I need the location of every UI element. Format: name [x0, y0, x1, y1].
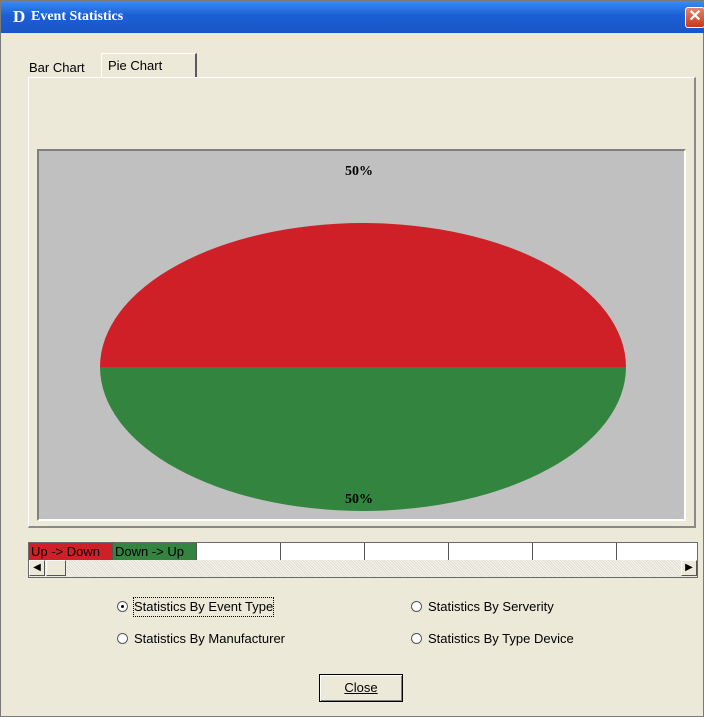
legend-empty-cell	[365, 543, 449, 561]
app-logo-icon: D	[13, 7, 26, 26]
pie-slice-up-down	[100, 223, 626, 367]
radio-label: Statistics By Manufacturer	[134, 631, 285, 646]
radio-indicator[interactable]	[117, 601, 128, 612]
close-button-label: Close	[344, 680, 378, 695]
title-bar[interactable]: D Event Statistics ✕	[1, 1, 704, 33]
pie-chart-area: 50% 50%	[37, 149, 686, 521]
legend-empty-cell	[281, 543, 365, 561]
data-label-up-down: 50%	[345, 164, 373, 179]
legend-bar: Up -> Down Down -> Up ◀ ▶	[28, 542, 698, 578]
legend-empty-cell	[449, 543, 533, 561]
radio-indicator[interactable]	[411, 633, 422, 644]
tab-pie-chart[interactable]: Pie Chart	[101, 53, 197, 77]
legend-item-up-down: Up -> Down	[29, 543, 113, 561]
scroll-right-icon[interactable]: ▶	[681, 560, 697, 576]
scroll-left-icon[interactable]: ◀	[29, 560, 45, 576]
radio-label: Statistics By Event Type	[132, 597, 275, 617]
radio-label: Statistics By Serverity	[428, 599, 554, 614]
radio-indicator[interactable]	[411, 601, 422, 612]
scroll-thumb[interactable]	[46, 560, 66, 576]
event-statistics-window: D Event Statistics ✕ Bar Chart Pie Chart…	[0, 0, 704, 717]
legend-item-down-up: Down -> Up	[113, 543, 197, 561]
horizontal-scrollbar[interactable]: ◀ ▶	[29, 560, 697, 577]
radio-indicator[interactable]	[117, 633, 128, 644]
pie-chart-svg	[100, 223, 626, 511]
legend-empty-cell	[617, 543, 697, 561]
close-window-icon[interactable]: ✕	[685, 7, 704, 28]
pie-slice-down-up	[100, 367, 626, 511]
legend-empty-cell	[197, 543, 281, 561]
window-title: Event Statistics	[31, 9, 124, 24]
radio-label: Statistics By Type Device	[428, 631, 574, 646]
data-label-down-up: 50%	[345, 492, 373, 507]
legend-empty-cell	[533, 543, 617, 561]
close-button[interactable]: Close	[319, 674, 403, 702]
